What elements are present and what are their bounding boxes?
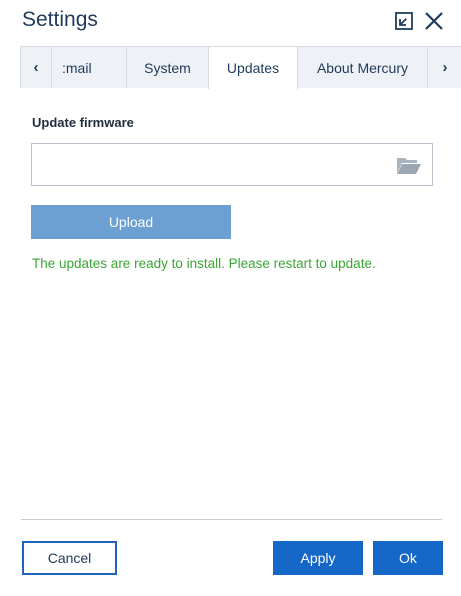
chevron-right-icon: › [442, 59, 448, 76]
chevron-left-icon: ‹ [33, 59, 39, 76]
upload-button-label: Upload [108, 214, 154, 230]
tab-about-mercury[interactable]: About Mercury [297, 46, 428, 88]
dialog-title: Settings [22, 8, 98, 31]
dialog-header: Settings [20, 6, 447, 38]
minimize-to-corner-icon[interactable] [391, 8, 417, 34]
cancel-button-label: Cancel [47, 550, 92, 566]
apply-button-label: Apply [300, 550, 336, 566]
close-icon[interactable] [421, 8, 447, 34]
apply-button[interactable]: Apply [273, 541, 363, 575]
cancel-button[interactable]: Cancel [22, 541, 117, 575]
upload-button[interactable]: Upload [31, 205, 231, 239]
update-status-message: The updates are ready to install. Please… [32, 256, 376, 271]
folder-open-icon[interactable] [396, 155, 422, 175]
tabs-prev-button[interactable]: ‹ [20, 46, 52, 88]
update-firmware-label: Update firmware [32, 115, 134, 130]
tab-label: :mail [62, 59, 92, 76]
tabs-next-button[interactable]: › [427, 46, 461, 88]
ok-button-label: Ok [399, 550, 417, 566]
tab-label: System [144, 59, 191, 76]
settings-tabs: ‹ :mail System Updates About Mercury › [20, 46, 461, 89]
tab-label: About Mercury [316, 59, 409, 76]
footer-divider [21, 519, 442, 520]
tab-email[interactable]: :mail [51, 46, 127, 88]
ok-button[interactable]: Ok [373, 541, 443, 575]
tab-system[interactable]: System [126, 46, 209, 88]
firmware-file-input[interactable] [31, 143, 433, 186]
tab-label: Updates [226, 60, 280, 76]
settings-dialog: Settings ‹ :mail System Updates About Me… [0, 0, 461, 596]
tab-updates[interactable]: Updates [208, 46, 298, 89]
